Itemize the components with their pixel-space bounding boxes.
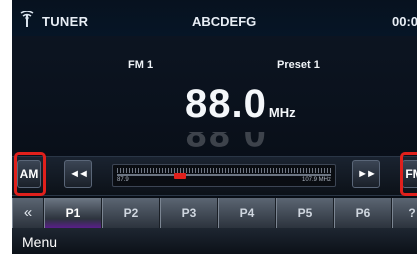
menu-button[interactable]: Menu xyxy=(22,234,57,250)
slider-thumb[interactable] xyxy=(173,173,186,179)
slider-ticks xyxy=(117,168,331,173)
preset-bar: « P1 P2 P3 P4 P5 P6? xyxy=(12,198,417,228)
frequency-reflection: 88.0MHz xyxy=(185,132,296,154)
tuning-slider[interactable]: 87.9 107.9 MHz xyxy=(112,164,336,187)
frequency-unit: MHz xyxy=(268,105,296,120)
menu-bar: Menu xyxy=(12,228,417,254)
station-name: ABCDEFG xyxy=(192,14,257,29)
preset-button-p1[interactable]: P1 xyxy=(44,198,102,228)
source-label: TUNER xyxy=(42,14,89,29)
tuner-screen: TUNER ABCDEFG 00:00 FM 1 Preset 1 88.0MH… xyxy=(12,0,417,254)
clock: 00:00 xyxy=(392,14,417,29)
preset-prev-button[interactable]: « xyxy=(12,198,44,228)
preset-button-p3[interactable]: P3 xyxy=(160,198,218,228)
slider-max-label: 107.9 MHz xyxy=(301,177,331,183)
seek-back-button[interactable]: ◄◄ xyxy=(64,160,92,188)
preset-button-p4[interactable]: P4 xyxy=(218,198,276,228)
preset-label: Preset 1 xyxy=(277,59,320,71)
seek-forward-button[interactable]: ►► xyxy=(352,160,380,188)
slider-min-label: 87.9 xyxy=(117,177,129,183)
preset-more-button[interactable]: ? xyxy=(392,198,417,228)
am-highlight xyxy=(14,152,46,196)
frequency-display: 88.0 MHz xyxy=(185,82,296,130)
slider-bar xyxy=(117,174,331,176)
status-bar: TUNER ABCDEFG 00:00 xyxy=(12,0,417,36)
preset-button-p5[interactable]: P5 xyxy=(276,198,334,228)
fm-highlight xyxy=(400,152,417,196)
band-label: FM 1 xyxy=(128,59,154,71)
preset-button-p6[interactable]: P6 xyxy=(334,198,392,228)
antenna-icon xyxy=(20,11,34,27)
frequency-reflection-value: 88.0 xyxy=(185,132,267,154)
frequency-value: 88.0 xyxy=(185,82,267,126)
preset-button-p2[interactable]: P2 xyxy=(102,198,160,228)
